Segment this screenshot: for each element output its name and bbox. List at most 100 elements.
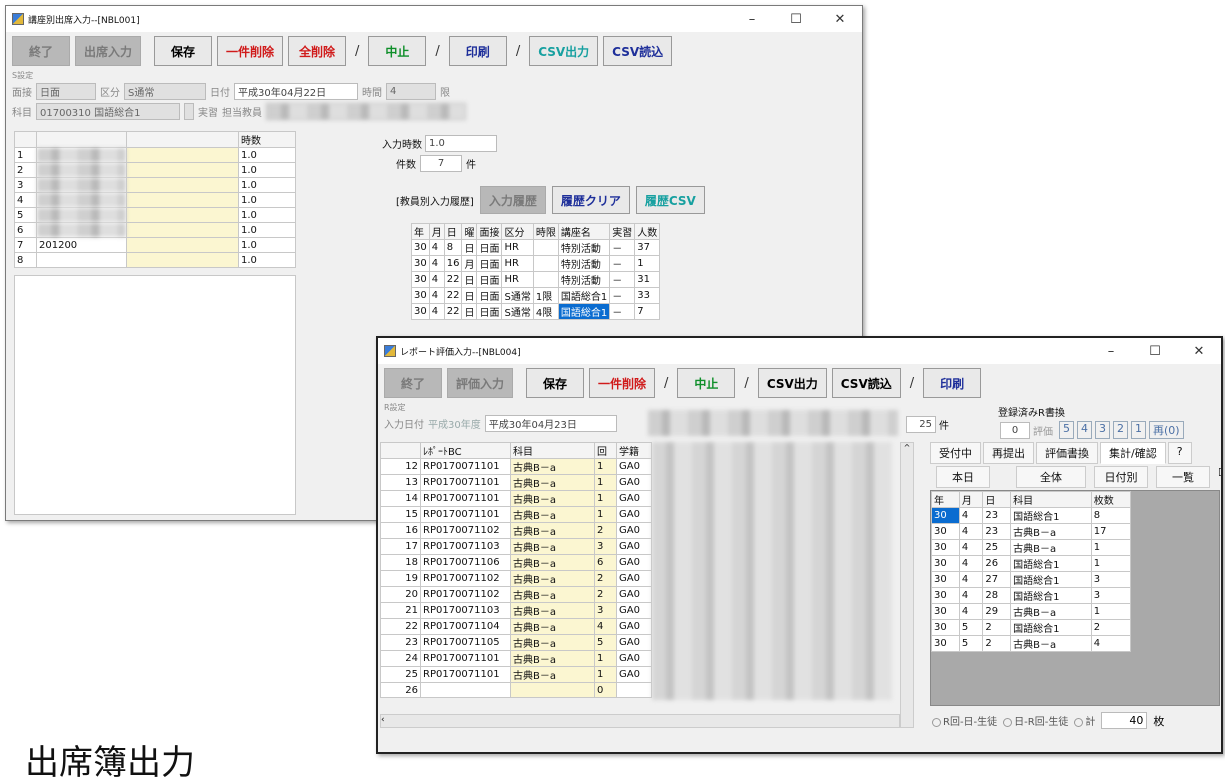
delete-all-button[interactable]: 全削除 [288,36,347,66]
csv-export-button[interactable]: CSV出力 [529,36,599,66]
close-icon[interactable]: ✕ [818,12,862,27]
tab-item[interactable]: 再提出 [983,442,1034,464]
table-row[interactable]: 30 4 8 日日面 HR 特別活動－ 37 [411,239,661,256]
table-row[interactable]: 26 0 [380,682,652,698]
tab-item[interactable]: 集計/確認 [1100,442,1166,464]
sort-option-3[interactable]: 計 [1074,713,1095,728]
window-title: レポート評価入力--[NBL004] [400,347,521,358]
table-row[interactable]: 30 4 27 国語総合1 3 [931,571,1132,588]
attendance-input-button[interactable]: 出席入力 [75,36,142,66]
table-row[interactable]: 2 1.0 [14,162,296,178]
maximize-icon[interactable]: ☐ [1133,344,1177,359]
table-row[interactable]: 13 RP0170071101 古典B－a 1 GA0 [380,474,652,491]
table-row[interactable]: 30 5 2 国語総合1 2 [931,619,1132,636]
round-cell: 1 [594,490,617,507]
table-row[interactable]: 19 RP0170071102 古典B－a 2 GA0 [380,570,652,587]
table-row[interactable]: 21 RP0170071103 古典B－a 3 GA0 [380,602,652,619]
evaluation-value[interactable]: 再(0) [1149,421,1184,439]
table-row[interactable]: 30 4 23 国語総合1 8 [931,507,1132,524]
table-row[interactable]: 17 RP0170071103 古典B－a 3 GA0 [380,538,652,555]
history-csv-button[interactable]: 履歴CSV [635,186,705,214]
sort-option-2[interactable]: 日-R回-生徒 [1003,713,1068,728]
table-row[interactable]: 7 201200 1.0 [14,237,296,253]
table-cell: － [609,255,636,272]
table-row[interactable]: 30 4 25 古典B－a 1 [931,539,1132,556]
history-button[interactable]: 入力履歴 [479,186,546,214]
table-row[interactable]: 20 RP0170071102 古典B－a 2 GA0 [380,586,652,603]
tab-item[interactable]: ? [1167,442,1192,464]
table-row[interactable]: 15 RP0170071101 古典B－a 1 GA0 [380,506,652,523]
csv-export-button[interactable]: CSV出力 [757,368,827,398]
exit-button[interactable]: 終了 [384,368,442,398]
period-select[interactable]: 4 [386,82,436,100]
record-count-field[interactable]: 25 [906,416,936,433]
cancel-button[interactable]: 中止 [368,36,427,66]
evaluation-value[interactable]: 4 [1077,421,1092,439]
total-field[interactable]: 40 [1101,712,1148,729]
option-checkbox[interactable]: ☐ [1218,466,1221,488]
minimize-icon[interactable]: – [730,12,774,27]
print-button[interactable]: 印刷 [448,36,507,66]
table-row[interactable]: 30 4 22 日日面 S通常 4限 国語総合1 － 7 [411,303,661,320]
evaluation-value[interactable]: 2 [1113,421,1128,439]
evaluation-value[interactable]: 3 [1095,421,1110,439]
table-row[interactable]: 24 RP0170071101 古典B－a 1 GA0 [380,650,652,667]
date-picker[interactable]: 平成30年04月23日 [484,414,617,432]
today-button[interactable]: 本日 [936,466,990,488]
by-date-button[interactable]: 日付別 [1094,466,1148,488]
delete-one-button[interactable]: 一件削除 [589,368,656,398]
table-row[interactable]: 16 RP0170071102 古典B－a 2 GA0 [380,522,652,539]
table-row[interactable]: 30 4 26 国語総合1 1 [931,555,1132,572]
cancel-button[interactable]: 中止 [677,368,736,398]
evaluation-value[interactable]: 1 [1131,421,1146,439]
table-row[interactable]: 30 4 23 古典B－a 17 [931,523,1132,540]
evaluation-value[interactable]: 5 [1059,421,1074,439]
list-button[interactable]: 一覧 [1156,466,1210,488]
table-row[interactable]: 30 4 28 国語総合1 3 [931,587,1132,604]
table-row[interactable]: 14 RP0170071101 古典B－a 1 GA0 [380,490,652,507]
table-row[interactable]: 30 4 29 古典B－a 1 [931,603,1132,620]
table-row[interactable]: 23 RP0170071105 古典B－a 5 GA0 [380,634,652,651]
table-row[interactable]: 22 RP0170071104 古典B－a 4 GA0 [380,618,652,635]
exit-button[interactable]: 終了 [12,36,70,66]
table-row[interactable]: 3 1.0 [14,177,296,193]
print-button[interactable]: 印刷 [923,368,982,398]
date-picker[interactable]: 平成30年04月22日 [234,82,358,100]
table-row[interactable]: 18 RP0170071106 古典B－a 6 GA0 [380,554,652,571]
input-hours-select[interactable]: 1.0 [425,134,497,152]
horizontal-scrollbar[interactable]: ‹ [380,714,900,728]
tab-item[interactable]: 評価書換 [1036,442,1098,464]
close-icon[interactable]: ✕ [1177,344,1221,359]
history-clear-button[interactable]: 履歴クリア [551,186,630,214]
teacher-select[interactable] [266,102,466,120]
table-row[interactable]: 1 1.0 [14,147,296,163]
csv-import-button[interactable]: CSV読込 [831,368,901,398]
maximize-icon[interactable]: ☐ [774,12,818,27]
sort-option-1[interactable]: R回-日-生徒 [932,713,997,728]
table-row[interactable]: 5 1.0 [14,207,296,223]
table-row[interactable]: 30 4 16 月日面 HR 特別活動－ 1 [411,255,661,272]
interview-select[interactable]: 日面 [36,82,96,100]
evaluation-input-button[interactable]: 評価入力 [447,368,514,398]
minimize-icon[interactable]: – [1089,344,1133,359]
table-row[interactable]: 30 4 22 日日面 HR 特別活動－ 31 [411,271,661,288]
table-row[interactable]: 8 1.0 [14,252,296,268]
csv-import-button[interactable]: CSV読込 [603,36,673,66]
table-row[interactable]: 4 1.0 [14,192,296,208]
table-row[interactable]: 30 5 2 古典B－a 4 [931,635,1132,652]
save-button[interactable]: 保存 [526,368,585,398]
vertical-scrollbar[interactable]: ^ [900,442,914,728]
save-button[interactable]: 保存 [154,36,213,66]
tab-item[interactable]: 受付中 [930,442,981,464]
table-row[interactable]: 25 RP0170071101 古典B－a 1 GA0 [380,666,652,683]
all-button[interactable]: 全体 [1016,466,1086,488]
table-row[interactable]: 6 1.0 [14,222,296,238]
practice-checkbox[interactable] [184,102,194,120]
registered-count-field[interactable]: 0 [1000,421,1030,439]
delete-one-button[interactable]: 一件削除 [217,36,284,66]
count-field[interactable]: 7 [420,154,462,172]
table-row[interactable]: 30 4 22 日日面 S通常 1限 国語総合1 － 33 [411,287,661,304]
category-select[interactable]: S通常 [124,82,206,100]
table-row[interactable]: 12 RP0170071101 古典B－a 1 GA0 [380,458,652,475]
subject-select[interactable]: 01700310 国語総合1 [36,102,180,120]
